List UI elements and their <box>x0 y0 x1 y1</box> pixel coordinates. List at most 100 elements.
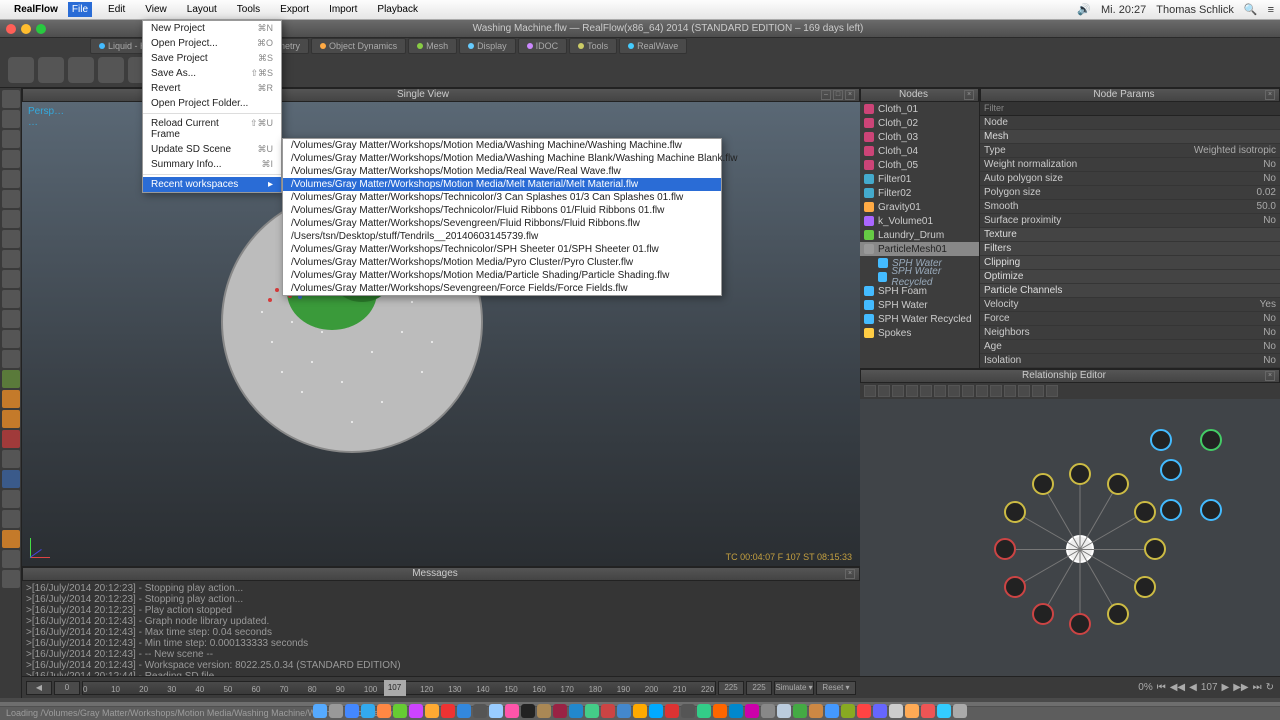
dock-app-icon[interactable] <box>377 704 391 718</box>
dock-app-icon[interactable] <box>633 704 647 718</box>
dock-app-icon[interactable] <box>457 704 471 718</box>
volume-icon[interactable]: 🔊 <box>1077 3 1091 16</box>
node-item[interactable]: SPH Water <box>860 298 979 312</box>
dock-app-icon[interactable] <box>521 704 535 718</box>
rel-node[interactable] <box>1107 603 1129 625</box>
tool-icon[interactable] <box>2 90 20 108</box>
param-row[interactable]: Clipping <box>980 256 1280 270</box>
menu-item[interactable]: Save As...⇧⌘S <box>143 66 281 81</box>
param-row[interactable]: Optimize <box>980 270 1280 284</box>
dock-app-icon[interactable] <box>745 704 759 718</box>
reset-button[interactable]: Reset ▾ <box>816 681 856 695</box>
recent-workspace-item[interactable]: /Volumes/Gray Matter/Workshops/Motion Me… <box>283 269 721 282</box>
param-row[interactable]: Filters <box>980 242 1280 256</box>
rel-node[interactable] <box>1200 429 1222 451</box>
recent-workspace-item[interactable]: /Volumes/Gray Matter/Workshops/Technicol… <box>283 191 721 204</box>
skip-end-icon[interactable]: ⏭ <box>1253 682 1262 693</box>
tool-icon[interactable] <box>2 450 20 468</box>
skip-start-icon[interactable]: ⏮ <box>1157 682 1166 693</box>
timeline-range-field[interactable]: 225 <box>746 681 772 695</box>
rel-frame[interactable]: 107 <box>1201 682 1218 693</box>
rel-node[interactable] <box>1004 576 1026 598</box>
dock-app-icon[interactable] <box>809 704 823 718</box>
close-icon[interactable]: × <box>845 90 855 100</box>
shelf-item-icon[interactable] <box>98 57 124 83</box>
dock-app-icon[interactable] <box>329 704 343 718</box>
traffic-lights[interactable] <box>6 24 46 34</box>
shelf-item-icon[interactable] <box>68 57 94 83</box>
menu-item[interactable]: Reload Current Frame⇧⌘U <box>143 116 281 142</box>
timeline-track[interactable]: 0102030405060708090100110120130140150160… <box>82 681 716 695</box>
shelf-tab[interactable]: Display <box>459 38 516 54</box>
node-item[interactable]: Cloth_01 <box>860 102 979 116</box>
simulate-button[interactable]: Simulate ▾ <box>774 681 814 695</box>
param-row[interactable]: AgeNo <box>980 340 1280 354</box>
rel-node[interactable] <box>1200 499 1222 521</box>
param-row[interactable]: TypeWeighted isotropic <box>980 144 1280 158</box>
shelf-tab[interactable]: IDOC <box>518 38 568 54</box>
dock-app-icon[interactable] <box>441 704 455 718</box>
step-back-icon[interactable]: ◀◀ <box>1170 682 1185 693</box>
node-item[interactable]: Cloth_03 <box>860 130 979 144</box>
rel-tool-icon[interactable] <box>1046 385 1058 397</box>
tool-icon[interactable] <box>2 370 20 388</box>
recent-workspace-item[interactable]: /Volumes/Gray Matter/Workshops/Motion Me… <box>283 139 721 152</box>
tool-icon[interactable] <box>2 430 20 448</box>
node-item[interactable]: SPH Water Recycled <box>860 312 979 326</box>
node-item[interactable]: Cloth_02 <box>860 116 979 130</box>
close-icon[interactable]: × <box>845 569 855 579</box>
rel-node[interactable] <box>1144 538 1166 560</box>
rel-node[interactable] <box>1134 501 1156 523</box>
recent-workspace-item[interactable]: /Users/tsn/Desktop/stuff/Tendrils__20140… <box>283 230 721 243</box>
tool-icon[interactable] <box>2 230 20 248</box>
tool-icon[interactable] <box>2 570 20 588</box>
play-back-icon[interactable]: ◀ <box>1189 682 1197 693</box>
rel-node[interactable] <box>1069 613 1091 635</box>
dock-app-icon[interactable] <box>425 704 439 718</box>
dock-app-icon[interactable] <box>505 704 519 718</box>
tool-icon[interactable] <box>2 410 20 428</box>
dock-app-icon[interactable] <box>953 704 967 718</box>
rel-tool-icon[interactable] <box>948 385 960 397</box>
minimize-icon[interactable]: – <box>821 90 831 100</box>
loop-icon[interactable]: ↻ <box>1266 682 1274 693</box>
rel-node[interactable] <box>1032 473 1054 495</box>
rel-tool-icon[interactable] <box>1032 385 1044 397</box>
param-row[interactable]: Weight normalizationNo <box>980 158 1280 172</box>
tool-icon[interactable] <box>2 510 20 528</box>
param-row[interactable]: Polygon size0.02 <box>980 186 1280 200</box>
params-list[interactable]: NodeMeshTypeWeighted isotropicWeight nor… <box>980 116 1280 368</box>
recent-workspace-item[interactable]: /Volumes/Gray Matter/Workshops/Motion Me… <box>283 178 721 191</box>
node-item[interactable]: SPH Water Recycled <box>860 270 979 284</box>
recent-workspace-item[interactable]: /Volumes/Gray Matter/Workshops/Technicol… <box>283 204 721 217</box>
dock-app-icon[interactable] <box>393 704 407 718</box>
maximize-icon[interactable]: □ <box>833 90 843 100</box>
param-row[interactable]: VelocityYes <box>980 298 1280 312</box>
dock-app-icon[interactable] <box>873 704 887 718</box>
dock-app-icon[interactable] <box>713 704 727 718</box>
dock-app-icon[interactable] <box>921 704 935 718</box>
menu-item[interactable]: Open Project...⌘O <box>143 36 281 51</box>
dock-app-icon[interactable] <box>857 704 871 718</box>
tool-icon[interactable] <box>2 150 20 168</box>
node-item[interactable]: Filter02 <box>860 186 979 200</box>
shelf-tab[interactable]: RealWave <box>619 38 687 54</box>
dock-app-icon[interactable] <box>345 704 359 718</box>
rel-node[interactable] <box>1004 501 1026 523</box>
close-icon[interactable]: × <box>1265 90 1275 100</box>
dock-app-icon[interactable] <box>905 704 919 718</box>
shelf-tab[interactable]: Object Dynamics <box>311 38 406 54</box>
recent-workspace-item[interactable]: /Volumes/Gray Matter/Workshops/Sevengree… <box>283 282 721 295</box>
recent-workspace-item[interactable]: /Volumes/Gray Matter/Workshops/Motion Me… <box>283 152 721 165</box>
tool-icon[interactable] <box>2 470 20 488</box>
param-row[interactable]: Auto polygon sizeNo <box>980 172 1280 186</box>
dock-app-icon[interactable] <box>889 704 903 718</box>
close-icon[interactable]: × <box>1265 371 1275 381</box>
menu-item[interactable]: Revert⌘R <box>143 81 281 96</box>
dock-app-icon[interactable] <box>617 704 631 718</box>
param-row[interactable]: Surface proximityNo <box>980 214 1280 228</box>
param-row[interactable]: IsolationNo <box>980 354 1280 368</box>
menu-item[interactable]: Recent workspaces <box>143 177 281 192</box>
dock-app-icon[interactable] <box>825 704 839 718</box>
recent-workspace-item[interactable]: /Volumes/Gray Matter/Workshops/Sevengree… <box>283 217 721 230</box>
